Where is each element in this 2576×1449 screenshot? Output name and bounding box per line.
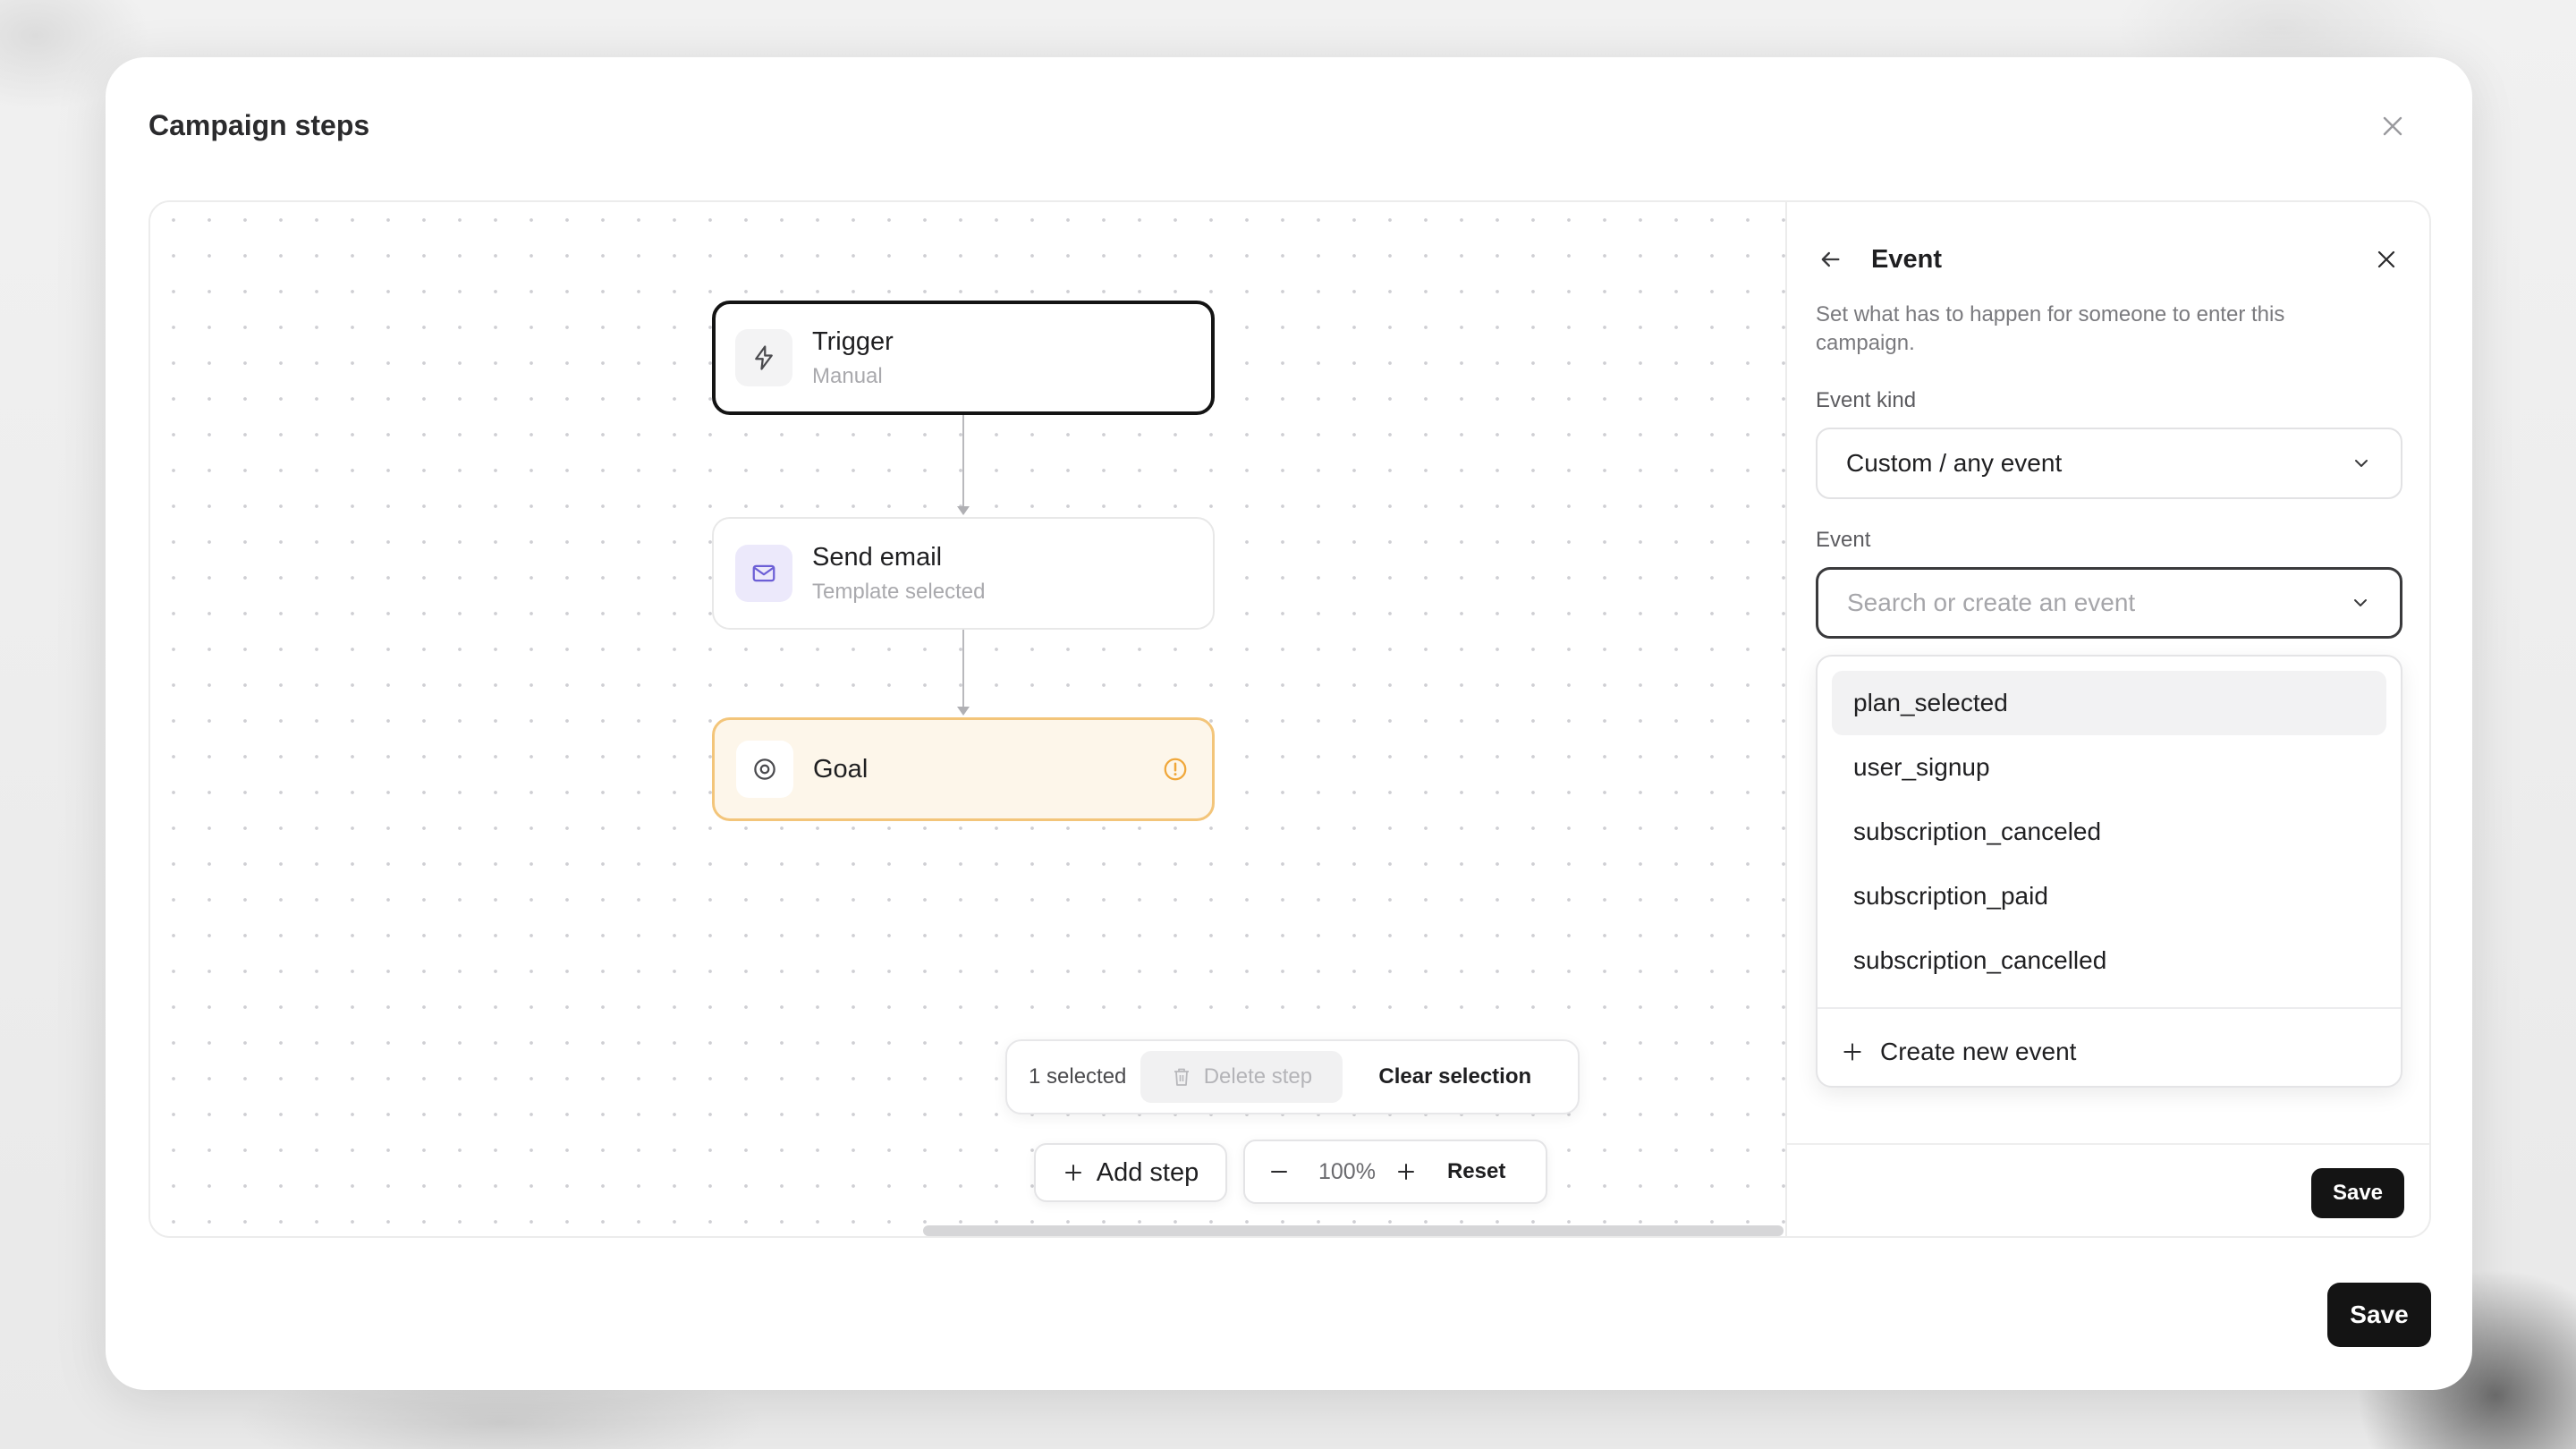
event-option[interactable]: user_signup — [1832, 735, 2386, 800]
plus-icon — [1064, 1165, 1081, 1181]
modal-save-button[interactable]: Save — [2327, 1283, 2431, 1347]
trash-icon — [1174, 1068, 1189, 1086]
event-option[interactable]: subscription_cancelled — [1832, 928, 2386, 993]
add-step-button[interactable]: Add step — [1034, 1143, 1227, 1202]
panel-close-button[interactable] — [2368, 242, 2404, 277]
trigger-node-title: Trigger — [812, 326, 894, 356]
event-kind-select[interactable]: Custom / any event — [1816, 428, 2402, 499]
flow-canvas[interactable]: Trigger Manual Send email Template selec… — [150, 202, 1785, 1236]
modal-title: Campaign steps — [148, 109, 370, 141]
trigger-node-subtitle: Manual — [812, 363, 883, 388]
panel-save-button[interactable]: Save — [2311, 1168, 2404, 1218]
plus-icon — [1843, 1043, 1861, 1061]
workspace: Trigger Manual Send email Template selec… — [148, 200, 2431, 1238]
close-icon — [2377, 250, 2395, 268]
warning-icon — [1162, 756, 1189, 783]
zoom-controls: 100% Reset — [1243, 1140, 1547, 1204]
create-new-event-button[interactable]: Create new event — [1841, 1027, 2076, 1077]
event-kind-label: Event kind — [1816, 388, 1917, 412]
event-option[interactable]: subscription_paid — [1832, 864, 2386, 928]
connector-arrow — [957, 707, 970, 716]
target-icon — [736, 741, 793, 798]
trigger-node[interactable]: Trigger Manual — [712, 301, 1215, 415]
horizontal-scrollbar[interactable] — [923, 1225, 1784, 1236]
close-icon — [2383, 116, 2402, 136]
zoom-in-button[interactable] — [1388, 1154, 1424, 1190]
lightning-icon — [735, 329, 792, 386]
reset-zoom-button[interactable]: Reset — [1447, 1159, 1505, 1184]
connector-line — [962, 630, 964, 708]
panel-title: Event — [1871, 245, 1942, 274]
selected-count: 1 selected — [1029, 1064, 1127, 1089]
event-option[interactable]: subscription_canceled — [1832, 800, 2386, 864]
connector-arrow — [957, 506, 970, 515]
goal-node-title: Goal — [813, 754, 869, 784]
clear-selection-button[interactable]: Clear selection — [1378, 1064, 1531, 1089]
zoom-level: 100% — [1318, 1158, 1376, 1184]
event-label: Event — [1816, 528, 1871, 552]
plus-icon — [1397, 1164, 1414, 1180]
arrow-left-icon — [1821, 251, 1840, 267]
event-dropdown: plan_selected user_signup subscription_c… — [1816, 655, 2402, 1088]
event-kind-value: Custom / any event — [1846, 449, 2063, 477]
event-settings-panel: Event Set what has to happen for someone… — [1785, 202, 2429, 1236]
selection-bar: 1 selected Delete step Clear selection — [1005, 1039, 1580, 1114]
modal-close-button[interactable] — [2377, 111, 2408, 141]
panel-description: Set what has to happen for someone to en… — [1816, 302, 2285, 355]
zoom-out-button[interactable] — [1261, 1154, 1297, 1190]
connector-line — [962, 415, 964, 508]
back-button[interactable] — [1812, 242, 1848, 277]
minus-icon — [1271, 1171, 1287, 1173]
event-option[interactable]: plan_selected — [1832, 671, 2386, 735]
chevron-down-icon — [2354, 599, 2367, 606]
send-email-node[interactable]: Send email Template selected — [712, 517, 1215, 630]
campaign-steps-modal: Campaign steps Trigger Manual Send email… — [106, 57, 2472, 1390]
event-search-select[interactable]: Search or create an event — [1816, 567, 2402, 639]
goal-node[interactable]: Goal — [712, 717, 1215, 821]
send-email-node-title: Send email — [812, 542, 943, 572]
delete-step-button[interactable]: Delete step — [1140, 1051, 1343, 1103]
send-email-node-subtitle: Template selected — [812, 579, 986, 604]
delete-step-label: Delete step — [1203, 1064, 1313, 1089]
create-new-event-label: Create new event — [1880, 1038, 2077, 1065]
dropdown-divider — [1818, 1007, 2401, 1009]
mail-icon — [735, 545, 792, 602]
event-search-placeholder: Search or create an event — [1847, 589, 2136, 616]
panel-footer-divider — [1787, 1143, 2429, 1145]
chevron-down-icon — [2355, 460, 2368, 467]
add-step-label: Add step — [1096, 1157, 1199, 1187]
